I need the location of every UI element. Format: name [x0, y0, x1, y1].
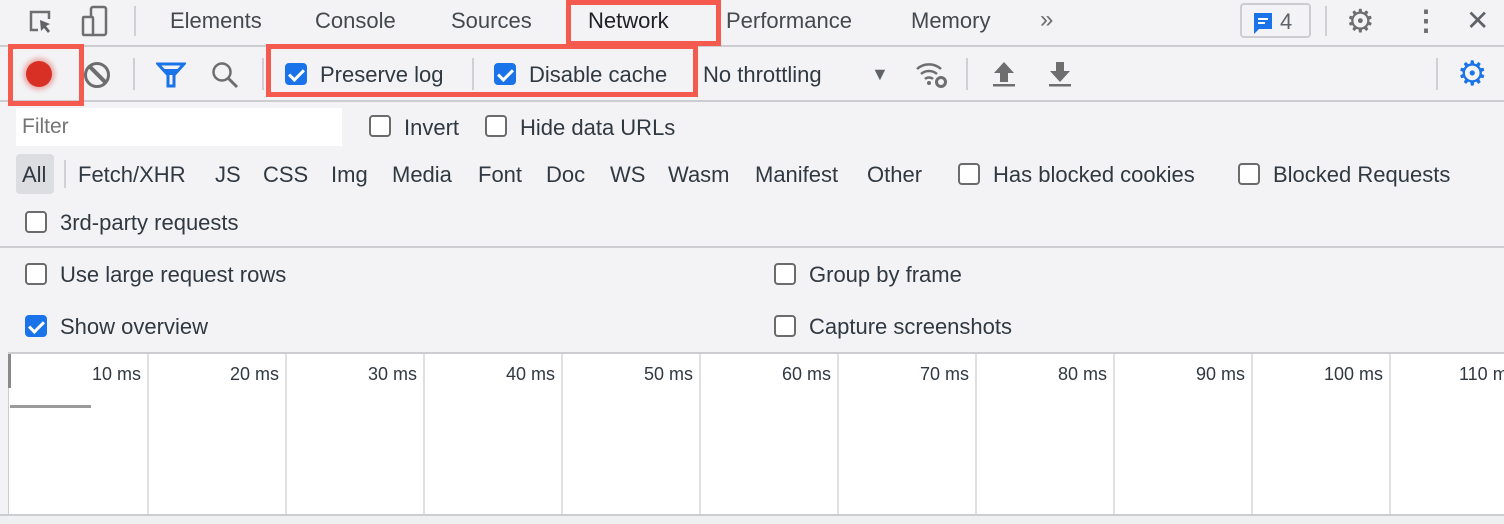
timeline-gridline	[1113, 354, 1115, 514]
timeline-gridline	[699, 354, 701, 514]
network-conditions-icon[interactable]	[914, 60, 950, 90]
settings-gear-icon[interactable]: ⚙	[1346, 2, 1375, 40]
timeline-tick-label: 60 ms	[781, 364, 831, 384]
export-har-icon[interactable]	[1048, 60, 1072, 88]
tab-console[interactable]: Console	[315, 8, 396, 34]
highlight-record-button	[8, 44, 84, 106]
highlight-checkboxes	[266, 44, 698, 97]
network-settings-gear-icon[interactable]: ⚙	[1457, 54, 1487, 94]
filter-input[interactable]	[16, 108, 342, 146]
third-party-requests-checkbox[interactable]	[25, 211, 47, 233]
throttling-select[interactable]: No throttling	[703, 62, 822, 88]
tab-memory[interactable]: Memory	[911, 8, 990, 34]
timeline-tick-label: 80 ms	[1057, 364, 1107, 384]
third-party-requests-label[interactable]: 3rd-party requests	[60, 210, 239, 236]
device-toolbar-icon[interactable]	[80, 5, 110, 37]
dropdown-arrow-icon[interactable]: ▼	[871, 64, 889, 85]
tab-performance[interactable]: Performance	[726, 8, 852, 34]
type-css[interactable]: CSS	[263, 162, 308, 188]
type-doc[interactable]: Doc	[546, 162, 585, 188]
hide-data-urls-label[interactable]: Hide data URLs	[520, 115, 675, 141]
type-font[interactable]: Font	[478, 162, 522, 188]
import-har-icon[interactable]	[992, 60, 1016, 88]
clear-icon[interactable]	[84, 62, 110, 88]
large-rows-checkbox[interactable]	[25, 263, 47, 285]
timeline-tick-label: 70 ms	[919, 364, 969, 384]
type-media[interactable]: Media	[392, 162, 452, 188]
timeline-gridline	[1251, 354, 1253, 514]
timeline-tick-label: 10 ms	[91, 364, 141, 384]
timeline-gridline	[837, 354, 839, 514]
capture-screenshots-checkbox[interactable]	[774, 315, 796, 337]
capture-screenshots-label[interactable]: Capture screenshots	[809, 314, 1012, 340]
more-tabs-icon[interactable]: »	[1040, 6, 1053, 34]
issues-count: 4	[1280, 9, 1293, 34]
invert-checkbox[interactable]	[369, 115, 391, 137]
search-icon[interactable]	[210, 60, 240, 90]
invert-label[interactable]: Invert	[404, 115, 459, 141]
timeline-gridline	[285, 354, 287, 514]
timeline-tick-label: 40 ms	[505, 364, 555, 384]
tab-sources[interactable]: Sources	[451, 8, 532, 34]
type-js[interactable]: JS	[215, 162, 241, 188]
hide-data-urls-checkbox[interactable]	[485, 115, 507, 137]
timeline-tick-label: 50 ms	[643, 364, 693, 384]
close-icon[interactable]: ✕	[1466, 4, 1489, 37]
timeline-gridline	[975, 354, 977, 514]
large-rows-label[interactable]: Use large request rows	[60, 262, 286, 288]
request-bar	[10, 405, 91, 408]
highlight-network-tab	[566, 0, 721, 46]
type-all[interactable]: All	[22, 162, 46, 188]
overview-handle[interactable]	[8, 354, 11, 388]
blocked-requests-checkbox[interactable]	[1238, 163, 1260, 185]
filter-icon[interactable]	[156, 62, 186, 88]
group-by-frame-label[interactable]: Group by frame	[809, 262, 962, 288]
show-overview-label[interactable]: Show overview	[60, 314, 208, 340]
type-img[interactable]: Img	[331, 162, 368, 188]
type-manifest[interactable]: Manifest	[755, 162, 838, 188]
issues-badge[interactable]: 4	[1240, 3, 1311, 38]
group-by-frame-checkbox[interactable]	[774, 263, 796, 285]
timeline-tick-label: 20 ms	[229, 364, 279, 384]
tab-elements[interactable]: Elements	[170, 8, 262, 34]
message-icon	[1254, 13, 1272, 34]
timeline-gridline	[561, 354, 563, 514]
timeline-tick-label: 90 ms	[1195, 364, 1245, 384]
timeline-gridline	[423, 354, 425, 514]
type-other[interactable]: Other	[867, 162, 922, 188]
has-blocked-cookies-checkbox[interactable]	[958, 163, 980, 185]
type-ws[interactable]: WS	[610, 162, 645, 188]
type-fetch-xhr[interactable]: Fetch/XHR	[78, 162, 186, 188]
more-options-icon[interactable]: ⋮	[1412, 4, 1440, 37]
timeline-tick-label: 100 ms	[1323, 364, 1383, 384]
timeline-gridline	[1389, 354, 1391, 514]
timeline-gridline	[147, 354, 149, 514]
timeline-tick-label: 30 ms	[367, 364, 417, 384]
inspect-element-icon[interactable]	[28, 8, 54, 36]
type-wasm[interactable]: Wasm	[668, 162, 730, 188]
show-overview-checkbox[interactable]	[25, 315, 47, 337]
timeline-tick-label: 110 ms	[1459, 364, 1504, 384]
blocked-requests-label[interactable]: Blocked Requests	[1273, 162, 1450, 188]
has-blocked-cookies-label[interactable]: Has blocked cookies	[993, 162, 1195, 188]
